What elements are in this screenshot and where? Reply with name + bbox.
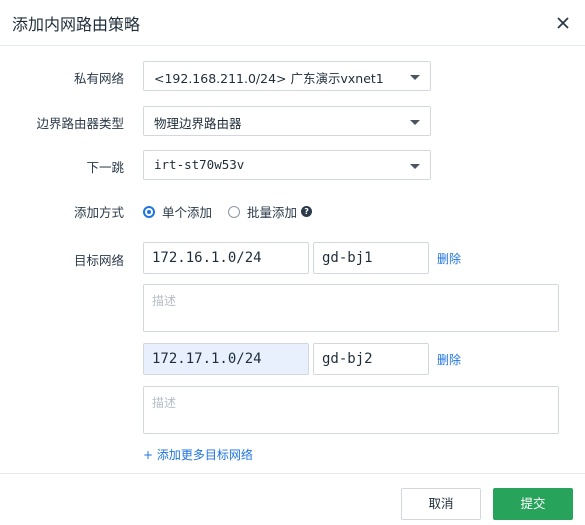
private-network-label: 私有网络 bbox=[73, 71, 124, 86]
cancel-button[interactable]: 取消 bbox=[401, 488, 481, 520]
dialog-title: 添加内网路由策略 bbox=[12, 15, 141, 34]
border-router-type-select[interactable]: 物理边界路由器 bbox=[143, 106, 431, 136]
radio-single-add-label: 单个添加 bbox=[162, 205, 213, 220]
add-method-label: 添加方式 bbox=[73, 205, 124, 220]
target-cidr-input[interactable] bbox=[143, 343, 309, 375]
target-network-label: 目标网络 bbox=[73, 253, 124, 268]
target-description-textarea[interactable] bbox=[143, 386, 559, 434]
border-router-type-value: 物理边界路由器 bbox=[154, 116, 242, 131]
next-hop-label: 下一跳 bbox=[86, 160, 124, 175]
submit-button[interactable]: 提交 bbox=[493, 488, 573, 520]
dialog-footer: 取消 提交 bbox=[0, 473, 585, 525]
radio-checked-icon bbox=[143, 205, 155, 218]
delete-target-link[interactable]: 删除 bbox=[437, 351, 461, 368]
add-method-radio-group: 单个添加 批量添加 ? bbox=[143, 202, 328, 221]
radio-batch-add[interactable]: 批量添加 ? bbox=[228, 202, 313, 221]
target-name-input[interactable] bbox=[313, 242, 429, 274]
chevron-down-icon bbox=[410, 75, 420, 80]
radio-single-add[interactable]: 单个添加 bbox=[143, 202, 212, 221]
next-hop-select[interactable]: irt-st70w53v bbox=[143, 150, 431, 180]
dialog-header: 添加内网路由策略 bbox=[0, 0, 585, 46]
close-icon[interactable] bbox=[553, 13, 573, 33]
target-cidr-input[interactable] bbox=[143, 242, 309, 274]
next-hop-value: irt-st70w53v bbox=[154, 157, 245, 172]
add-route-policy-dialog: 添加内网路由策略 私有网络 <192.168.211.0/24> 广东演示vxn… bbox=[0, 0, 585, 525]
border-router-type-label: 边界路由器类型 bbox=[36, 116, 124, 131]
private-network-value: <192.168.211.0/24> 广东演示vxnet1 bbox=[154, 71, 384, 86]
private-network-select[interactable]: <192.168.211.0/24> 广东演示vxnet1 bbox=[143, 61, 431, 91]
add-more-targets-link[interactable]: + 添加更多目标网络 bbox=[143, 446, 253, 463]
radio-batch-add-label: 批量添加 bbox=[247, 205, 298, 220]
radio-unchecked-icon bbox=[228, 205, 241, 218]
target-name-input[interactable] bbox=[313, 343, 429, 375]
chevron-down-icon bbox=[410, 164, 420, 169]
help-icon[interactable]: ? bbox=[301, 206, 313, 217]
chevron-down-icon bbox=[410, 120, 420, 125]
delete-target-link[interactable]: 删除 bbox=[437, 250, 461, 267]
target-description-textarea[interactable] bbox=[143, 284, 559, 332]
